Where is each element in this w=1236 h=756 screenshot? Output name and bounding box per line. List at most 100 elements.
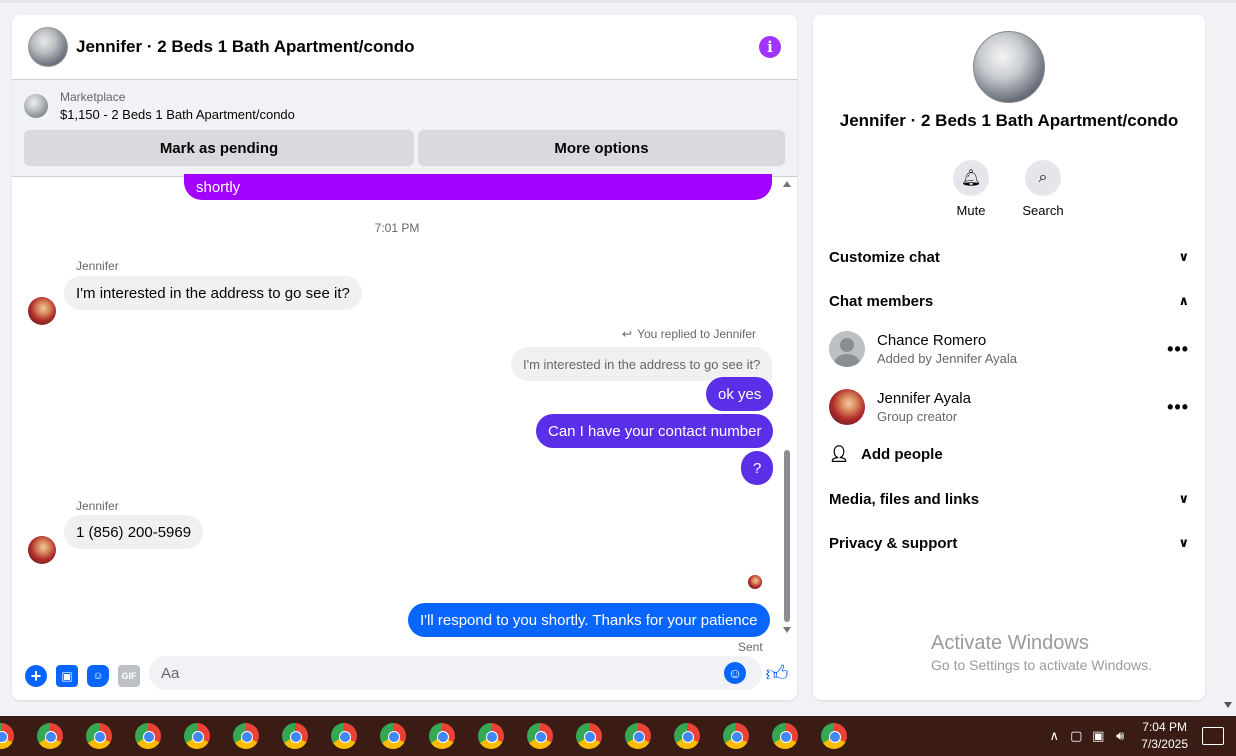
chrome-icon[interactable] bbox=[37, 723, 63, 749]
message-timestamp: 7:01 PM bbox=[374, 221, 420, 235]
more-options-button[interactable]: More options bbox=[418, 130, 785, 166]
media-files-section[interactable]: Media, files and links ∨ bbox=[829, 487, 1189, 511]
chrome-icon[interactable] bbox=[821, 723, 847, 749]
member-role: Group creator bbox=[877, 409, 958, 424]
message-scrollbar[interactable] bbox=[782, 177, 792, 637]
chrome-icon[interactable] bbox=[0, 723, 14, 749]
page-scroll-down-arrow[interactable] bbox=[1224, 702, 1232, 708]
scroll-down-arrow[interactable] bbox=[783, 627, 791, 633]
more-options-icon[interactable]: ••• bbox=[1167, 397, 1189, 418]
search-icon[interactable]: ⌕ bbox=[1025, 160, 1061, 196]
message-bubble-outgoing[interactable]: ok yes bbox=[706, 377, 774, 411]
member-row[interactable]: Chance Romero Added by Jennifer Ayala ••… bbox=[829, 329, 1189, 369]
reply-indicator: ↩ You replied to Jennifer bbox=[622, 327, 756, 341]
details-title: Jennifer · 2 Beds 1 Bath Apartment/condo bbox=[839, 111, 1179, 130]
chevron-up-icon: ∧ bbox=[1178, 293, 1189, 308]
chevron-down-icon: ∨ bbox=[1178, 491, 1189, 506]
privacy-support-section[interactable]: Privacy & support ∨ bbox=[829, 531, 1189, 555]
chrome-icon[interactable] bbox=[674, 723, 700, 749]
add-person-icon: 👤︎ bbox=[829, 446, 850, 463]
chat-members-label: Chat members bbox=[829, 292, 934, 310]
info-icon[interactable]: i bbox=[759, 36, 781, 58]
chrome-icon[interactable] bbox=[478, 723, 504, 749]
chrome-icon[interactable] bbox=[135, 723, 161, 749]
chrome-icon[interactable] bbox=[184, 723, 210, 749]
member-row[interactable]: Jennifer Ayala Group creator ••• bbox=[829, 387, 1189, 427]
clock-time: 7:04 PM bbox=[1142, 720, 1187, 734]
member-name: Chance Romero bbox=[877, 332, 987, 349]
listing-row[interactable]: Marketplace $1,150 - 2 Beds 1 Bath Apart… bbox=[24, 90, 785, 122]
bell-icon[interactable]: 🔔︎ bbox=[953, 160, 989, 196]
sticker-icon[interactable]: ☺ bbox=[87, 665, 109, 687]
sender-avatar[interactable] bbox=[28, 297, 56, 325]
more-options-icon[interactable]: ••• bbox=[1167, 339, 1189, 360]
member-avatar bbox=[829, 389, 865, 425]
message-bubble-outgoing[interactable]: ? bbox=[741, 451, 774, 485]
chevron-up-icon[interactable]: ∧ bbox=[1043, 728, 1065, 744]
chrome-icon[interactable] bbox=[86, 723, 112, 749]
member-avatar bbox=[829, 331, 865, 367]
chrome-icon[interactable] bbox=[429, 723, 455, 749]
notification-icon[interactable] bbox=[1202, 727, 1224, 745]
chrome-icon[interactable] bbox=[233, 723, 259, 749]
chrome-icon[interactable] bbox=[527, 723, 553, 749]
photo-icon[interactable]: ▣ bbox=[56, 665, 78, 687]
privacy-support-label: Privacy & support bbox=[829, 534, 958, 552]
quoted-message[interactable]: I'm interested in the address to go see … bbox=[511, 347, 773, 381]
add-people-button[interactable]: 👤︎ Add people bbox=[829, 444, 943, 464]
chat-members-section[interactable]: Chat members ∧ bbox=[829, 289, 1189, 313]
message-bubble-outgoing[interactable]: Can I have your contact number bbox=[536, 414, 774, 448]
message-list[interactable]: shortly 7:01 PM Jennifer I'm interested … bbox=[12, 174, 797, 654]
emoji-icon[interactable]: ☺ bbox=[724, 662, 746, 684]
chrome-icon[interactable] bbox=[380, 723, 406, 749]
member-role: Added by Jennifer Ayala bbox=[877, 351, 1017, 366]
clock[interactable]: 7:04 PM 7/3/2025 bbox=[1141, 719, 1188, 753]
reply-indicator-text: You replied to Jennifer bbox=[637, 327, 757, 341]
network-icon[interactable]: ▣ bbox=[1087, 728, 1109, 744]
marketplace-label: Marketplace bbox=[60, 90, 126, 104]
message-bubble-outgoing[interactable]: shortly bbox=[184, 174, 772, 200]
mute-label: Mute bbox=[956, 203, 986, 218]
message-bubble-outgoing[interactable]: I'll respond to you shortly. Thanks for … bbox=[408, 603, 770, 637]
conversation-avatar[interactable] bbox=[28, 27, 68, 67]
message-input[interactable] bbox=[149, 656, 762, 690]
conversation-details-panel: Jennifer · 2 Beds 1 Bath Apartment/condo… bbox=[813, 15, 1205, 700]
plus-icon[interactable]: + bbox=[25, 665, 47, 687]
message-bubble-incoming[interactable]: I'm interested in the address to go see … bbox=[64, 276, 362, 310]
chevron-down-icon: ∨ bbox=[1178, 249, 1189, 264]
chevron-down-icon: ∨ bbox=[1178, 535, 1189, 550]
chrome-icon[interactable] bbox=[772, 723, 798, 749]
media-files-label: Media, files and links bbox=[829, 490, 980, 508]
watermark-title: Activate Windows bbox=[931, 632, 1089, 654]
customize-chat-label: Customize chat bbox=[829, 248, 940, 266]
sender-name: Jennifer bbox=[76, 259, 119, 273]
listing-thumbnail bbox=[24, 94, 48, 118]
chrome-icon[interactable] bbox=[723, 723, 749, 749]
search-button[interactable]: ⌕ Search bbox=[1013, 160, 1073, 218]
chrome-icon[interactable] bbox=[625, 723, 651, 749]
gif-icon[interactable]: GIF bbox=[118, 665, 140, 687]
volume-icon[interactable]: 🔊︎ bbox=[1109, 728, 1131, 744]
taskbar: ∧ ▢ ▣ 🔊︎ 7:04 PM 7/3/2025 bbox=[0, 716, 1236, 756]
scroll-up-arrow[interactable] bbox=[783, 181, 791, 187]
thumbs-up-icon[interactable]: 👍︎ bbox=[764, 660, 790, 686]
chat-panel: Jennifer · 2 Beds 1 Bath Apartment/condo… bbox=[12, 15, 797, 700]
windows-activation-watermark: Activate Windows Go to Settings to activ… bbox=[931, 632, 1152, 673]
mark-as-pending-button[interactable]: Mark as pending bbox=[24, 130, 414, 166]
composer: + ▣ ☺ GIF ☺ 👍︎ bbox=[12, 652, 797, 700]
scroll-thumb[interactable] bbox=[784, 450, 790, 622]
meet-now-icon[interactable]: ▢ bbox=[1065, 728, 1087, 744]
chrome-icon[interactable] bbox=[576, 723, 602, 749]
conversation-avatar-large[interactable] bbox=[973, 31, 1045, 103]
add-people-label: Add people bbox=[861, 445, 943, 463]
mute-button[interactable]: 🔔︎ Mute bbox=[941, 160, 1001, 218]
watermark-subtitle: Go to Settings to activate Windows. bbox=[931, 657, 1152, 673]
customize-chat-section[interactable]: Customize chat ∨ bbox=[829, 245, 1189, 269]
message-bubble-incoming[interactable]: 1 (856) 200-5969 bbox=[64, 515, 204, 549]
chrome-icon[interactable] bbox=[282, 723, 308, 749]
chat-header: Jennifer · 2 Beds 1 Bath Apartment/condo… bbox=[12, 15, 797, 80]
sender-avatar[interactable] bbox=[28, 536, 56, 564]
chat-title[interactable]: Jennifer · 2 Beds 1 Bath Apartment/condo bbox=[76, 37, 759, 57]
read-receipt-avatar bbox=[748, 575, 762, 589]
chrome-icon[interactable] bbox=[331, 723, 357, 749]
